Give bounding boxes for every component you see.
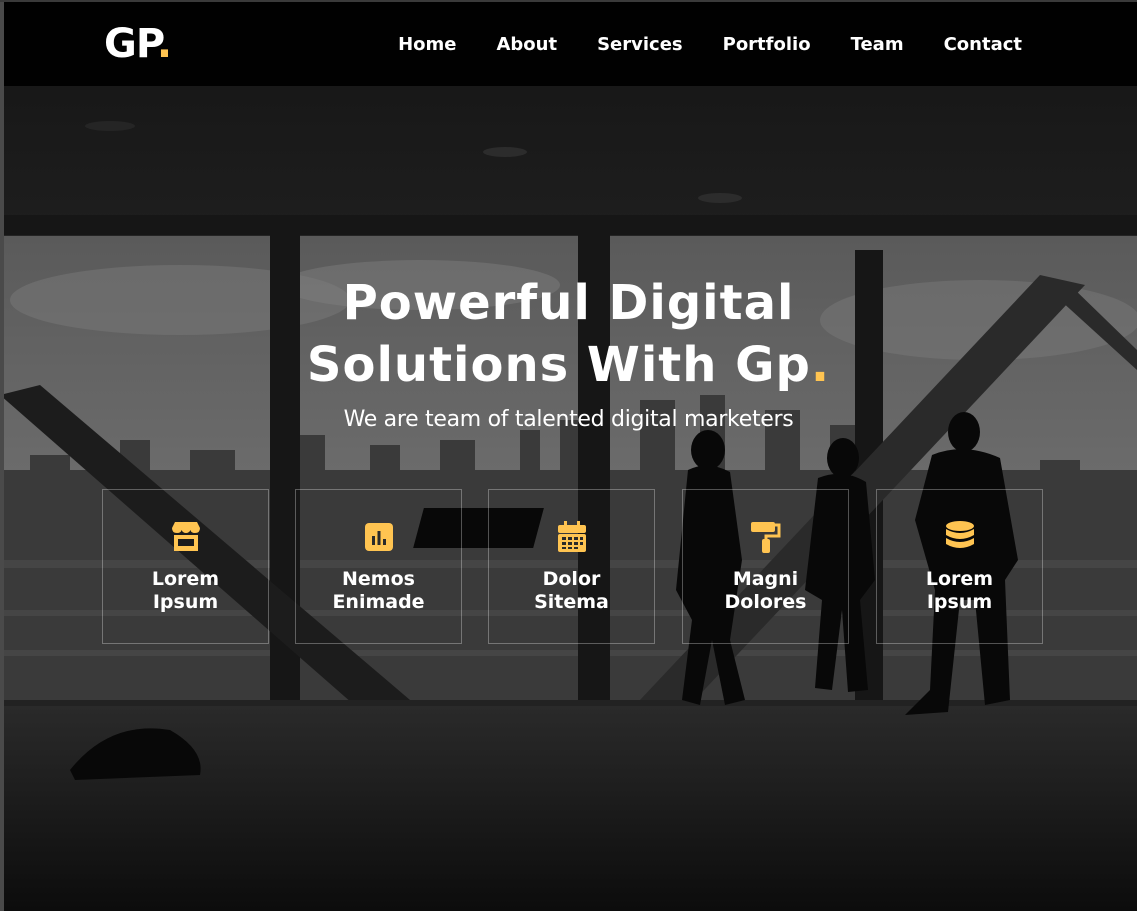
hero-title-line1: Powerful Digital [342,275,795,331]
office-window-background-image [0,0,1137,911]
feature-5-line2: Ipsum [926,591,993,613]
feature-box-2[interactable]: Nemos Enimade [295,489,462,644]
nav-about-link[interactable]: About [496,31,557,59]
feature-4-line2: Dolores [724,591,807,613]
feature-label-4: Magni Dolores [683,568,848,614]
hero-subtitle: We are team of talented digital marketer… [343,407,794,432]
logo-text: GP [104,21,158,67]
feature-1-line1: Lorem [151,568,220,590]
store-icon [171,522,200,551]
site-header: GP. Home About Services Portfolio Team C… [4,2,1137,86]
feature-box-5[interactable]: Lorem Ipsum [876,489,1043,644]
hero-title-line2: Solutions With Gp [306,337,811,393]
feature-label-2: Nemos Enimade [296,568,461,614]
feature-label-5: Lorem Ipsum [877,568,1042,614]
main-nav: Home About Services Portfolio Team Conta… [358,31,1022,59]
window-frame-left [0,0,4,911]
bar-chart-icon [364,523,393,551]
nav-home-link[interactable]: Home [398,31,456,59]
database-icon [945,521,974,548]
paint-roller-icon [750,522,780,553]
feature-box-1[interactable]: Lorem Ipsum [102,489,269,644]
feature-box-3[interactable]: Dolor Sitema [488,489,655,644]
calendar-icon [557,521,586,552]
hero-background [0,0,1137,911]
feature-5-line1: Lorem [925,568,994,590]
feature-label-1: Lorem Ipsum [103,568,268,614]
feature-2-line2: Enimade [332,591,425,613]
feature-box-4[interactable]: Magni Dolores [682,489,849,644]
nav-services-link[interactable]: Services [597,31,683,59]
logo-dot: . [156,21,172,67]
nav-team-link[interactable]: Team [851,31,904,59]
hero-title: Powerful Digital Solutions With Gp. [0,272,1137,396]
nav-portfolio-link[interactable]: Portfolio [723,31,811,59]
nav-contact-link[interactable]: Contact [944,31,1022,59]
feature-3-line2: Sitema [534,591,609,613]
hero-title-dot: . [810,337,831,393]
feature-3-line1: Dolor [542,568,601,590]
site-logo[interactable]: GP. [104,21,172,67]
feature-label-3: Dolor Sitema [489,568,654,614]
feature-2-line1: Nemos [342,568,415,590]
feature-1-line2: Ipsum [152,591,219,613]
feature-4-line1: Magni [732,568,799,590]
